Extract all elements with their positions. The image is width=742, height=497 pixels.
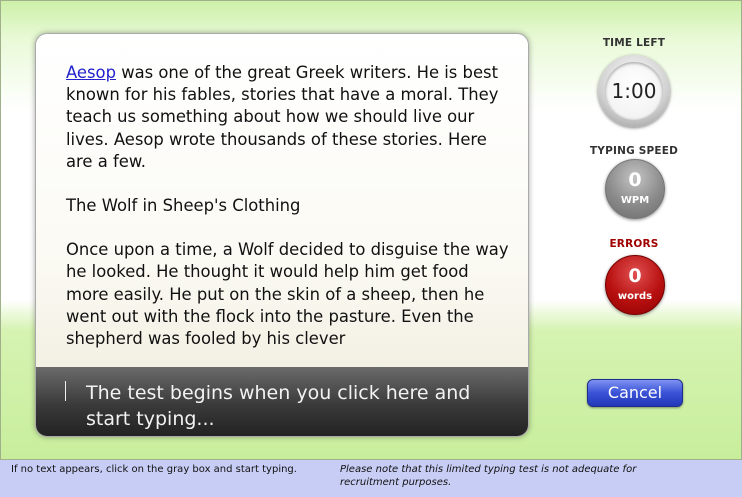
errors-value: 0: [628, 265, 642, 287]
footer-right-note: Please note that this limited typing tes…: [340, 464, 637, 488]
footer-left-note: If no text appears, click on the gray bo…: [11, 464, 297, 475]
typing-speed-badge: 0 WPM: [605, 159, 665, 219]
intro-text: was one of the great Greek writers. He i…: [66, 63, 499, 171]
time-left-label: TIME LEFT: [602, 37, 666, 49]
errors-unit: words: [617, 291, 653, 302]
intro-paragraph: Aesop was one of the great Greek writers…: [66, 62, 516, 173]
aesop-link[interactable]: Aesop: [66, 63, 116, 82]
typing-test-panel: Aesop was one of the great Greek writers…: [0, 0, 742, 460]
cancel-button[interactable]: Cancel: [587, 379, 683, 407]
timer-clock: 1:00: [598, 55, 670, 127]
typing-input-area[interactable]: The test begins when you click here and …: [36, 367, 528, 436]
time-left-value: 1:00: [605, 62, 663, 120]
errors-label: ERRORS: [609, 238, 659, 250]
typing-speed-value: 0: [628, 169, 642, 191]
input-prompt: The test begins when you click here and …: [86, 382, 471, 430]
passage-text: Aesop was one of the great Greek writers…: [66, 62, 516, 372]
text-passage-card: Aesop was one of the great Greek writers…: [35, 33, 529, 437]
errors-badge: 0 words: [605, 255, 665, 315]
text-caret: [65, 381, 66, 401]
typing-speed-unit: WPM: [620, 195, 650, 206]
story-paragraph: Once upon a time, a Wolf decided to disg…: [66, 240, 509, 349]
story-title: The Wolf in Sheep's Clothing: [66, 196, 301, 216]
typing-speed-label: TYPING SPEED: [589, 145, 679, 157]
